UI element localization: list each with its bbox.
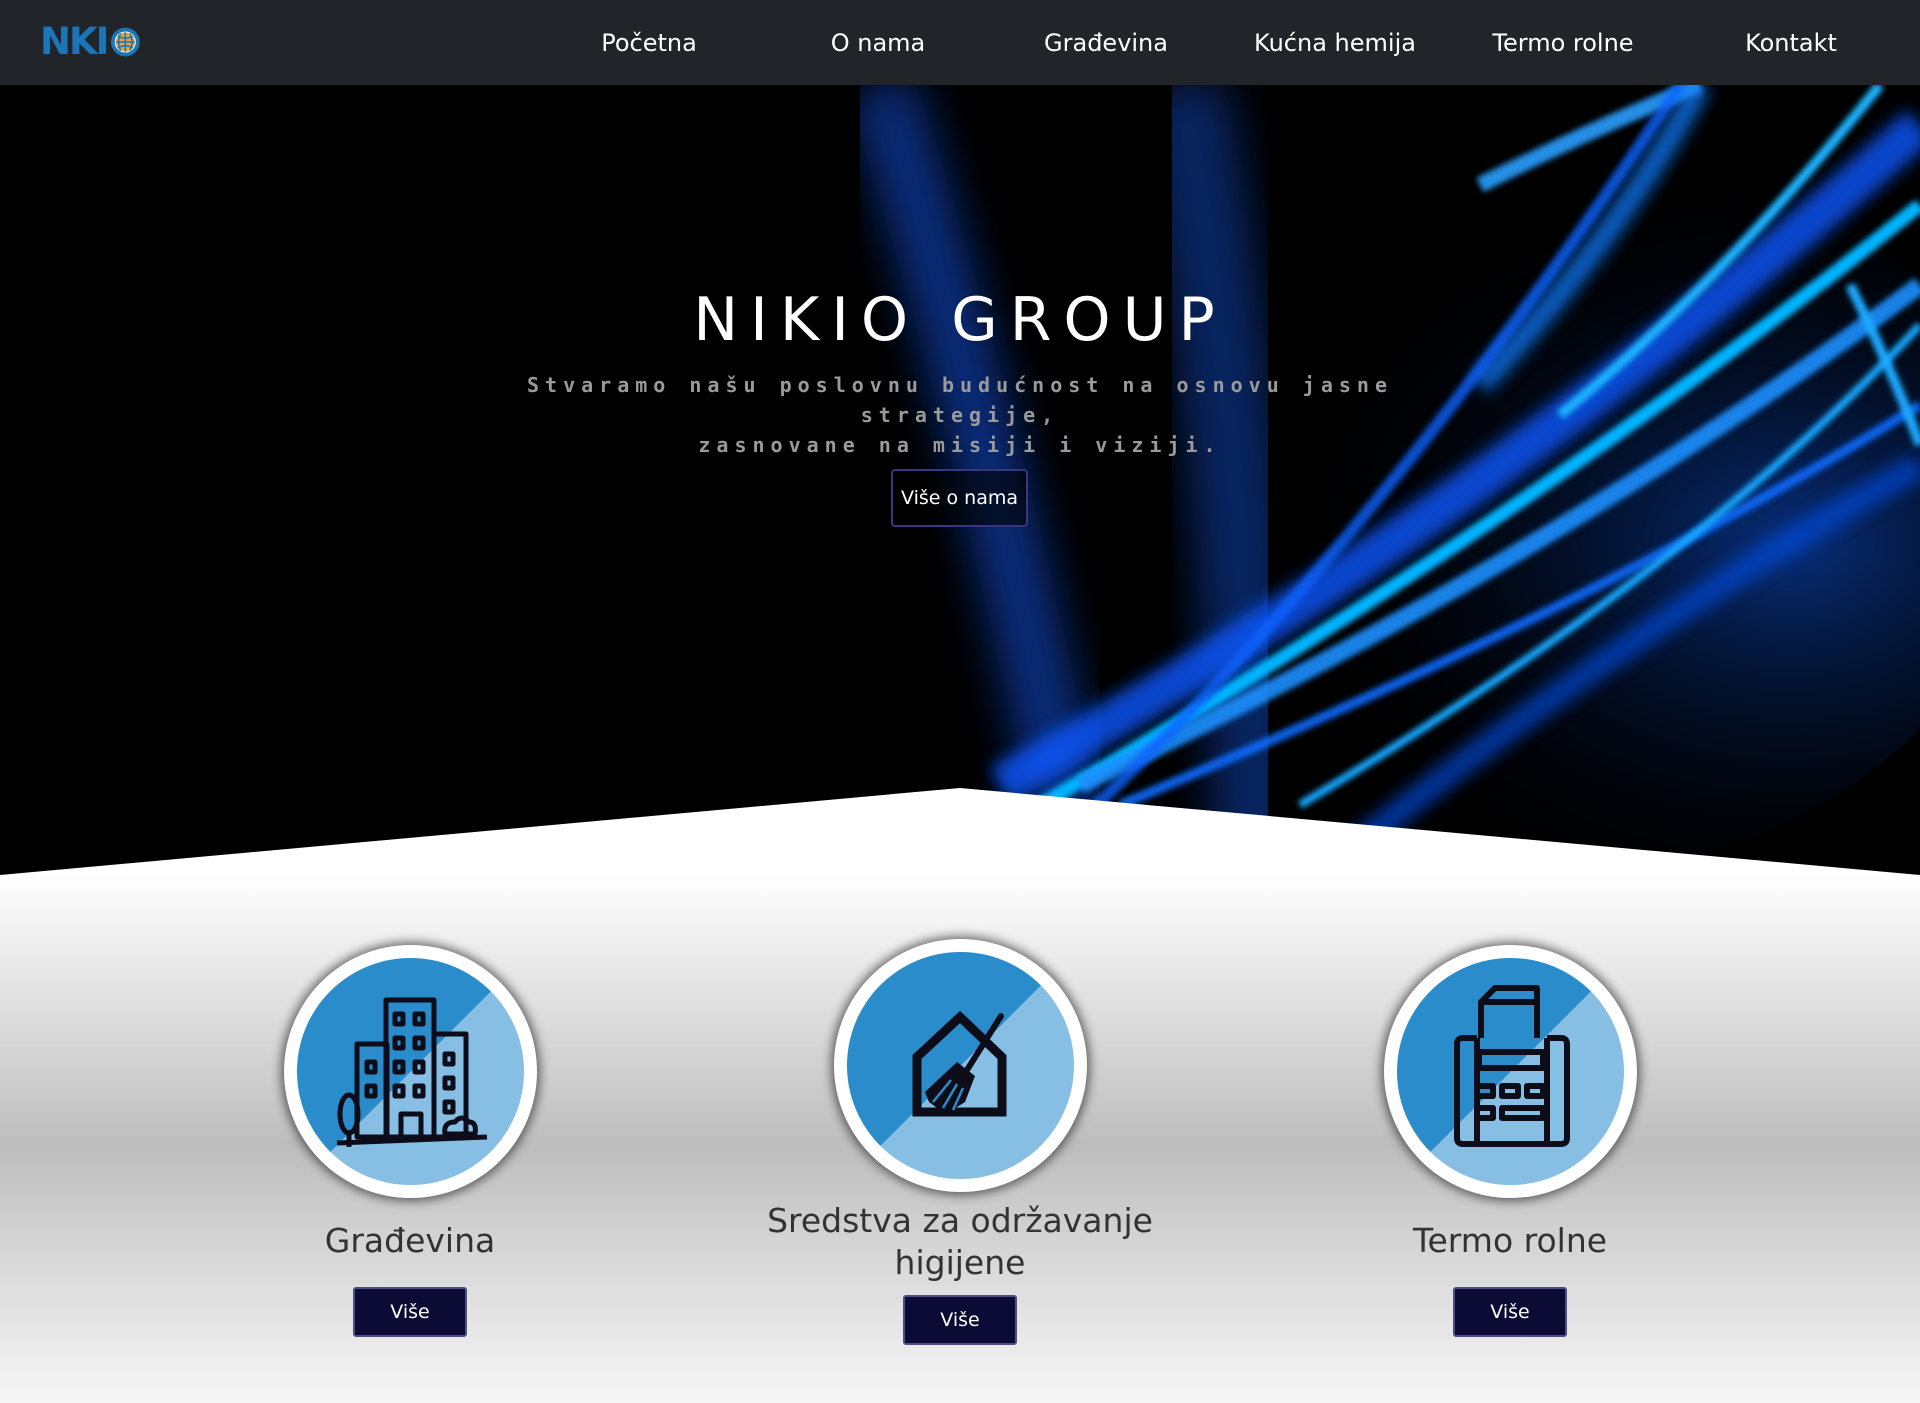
- nav-link-termo-rolne[interactable]: Termo rolne: [1492, 0, 1633, 85]
- hero-subtitle-line-1: Stvaramo našu poslovnu budućnost na osno…: [527, 373, 1393, 427]
- service-icon-circle[interactable]: [284, 945, 537, 1198]
- service-icon-circle[interactable]: [834, 939, 1087, 1192]
- cash-register-icon: [1454, 985, 1570, 1147]
- nav-link-o-nama[interactable]: O nama: [831, 0, 926, 85]
- hero-title: NIKIO GROUP: [693, 285, 1227, 355]
- nav-link-kucna-hemija[interactable]: Kućna hemija: [1254, 0, 1416, 85]
- service-more-button[interactable]: Više: [353, 1287, 467, 1337]
- more-about-us-button[interactable]: Više o nama: [891, 469, 1028, 527]
- service-card-termo-rolne: Termo rolne Više: [1250, 875, 1770, 1403]
- house-broom-icon: [912, 1010, 1007, 1117]
- service-more-button[interactable]: Više: [1453, 1287, 1567, 1337]
- service-title-line-2: higijene: [894, 1243, 1026, 1282]
- nav-link-pocetna[interactable]: Početna: [601, 0, 697, 85]
- service-card-gradevina: Građevina Više: [150, 875, 670, 1403]
- hero-subtitle: Stvaramo našu poslovnu budućnost na osno…: [460, 370, 1460, 460]
- service-title: Građevina: [324, 1221, 496, 1260]
- service-card-higijena: Sredstva za održavanje higijene Više: [700, 875, 1220, 1403]
- nav-menu: Početna O nama Građevina Kućna hemija Te…: [0, 0, 1920, 85]
- hero-section: NIKIO GROUP Stvaramo našu poslovnu buduć…: [0, 85, 1920, 875]
- service-title: Sredstva za održavanje higijene: [700, 1200, 1220, 1284]
- services-section: Građevina Više Sredstva za održavanje hi…: [0, 875, 1920, 1403]
- service-more-button[interactable]: Više: [903, 1295, 1017, 1345]
- hero-subtitle-line-2: zasnovane na misiji i viziji.: [698, 433, 1222, 457]
- nav-link-kontakt[interactable]: Kontakt: [1745, 0, 1837, 85]
- service-title-line-1: Sredstva za održavanje: [767, 1201, 1153, 1240]
- building-icon: [336, 997, 488, 1147]
- navbar: NKI Početna O nama Građevina Kućna hemij…: [0, 0, 1920, 85]
- nav-link-gradevina[interactable]: Građevina: [1044, 0, 1168, 85]
- service-icon-circle[interactable]: [1384, 945, 1637, 1198]
- service-title: Termo rolne: [1412, 1221, 1608, 1260]
